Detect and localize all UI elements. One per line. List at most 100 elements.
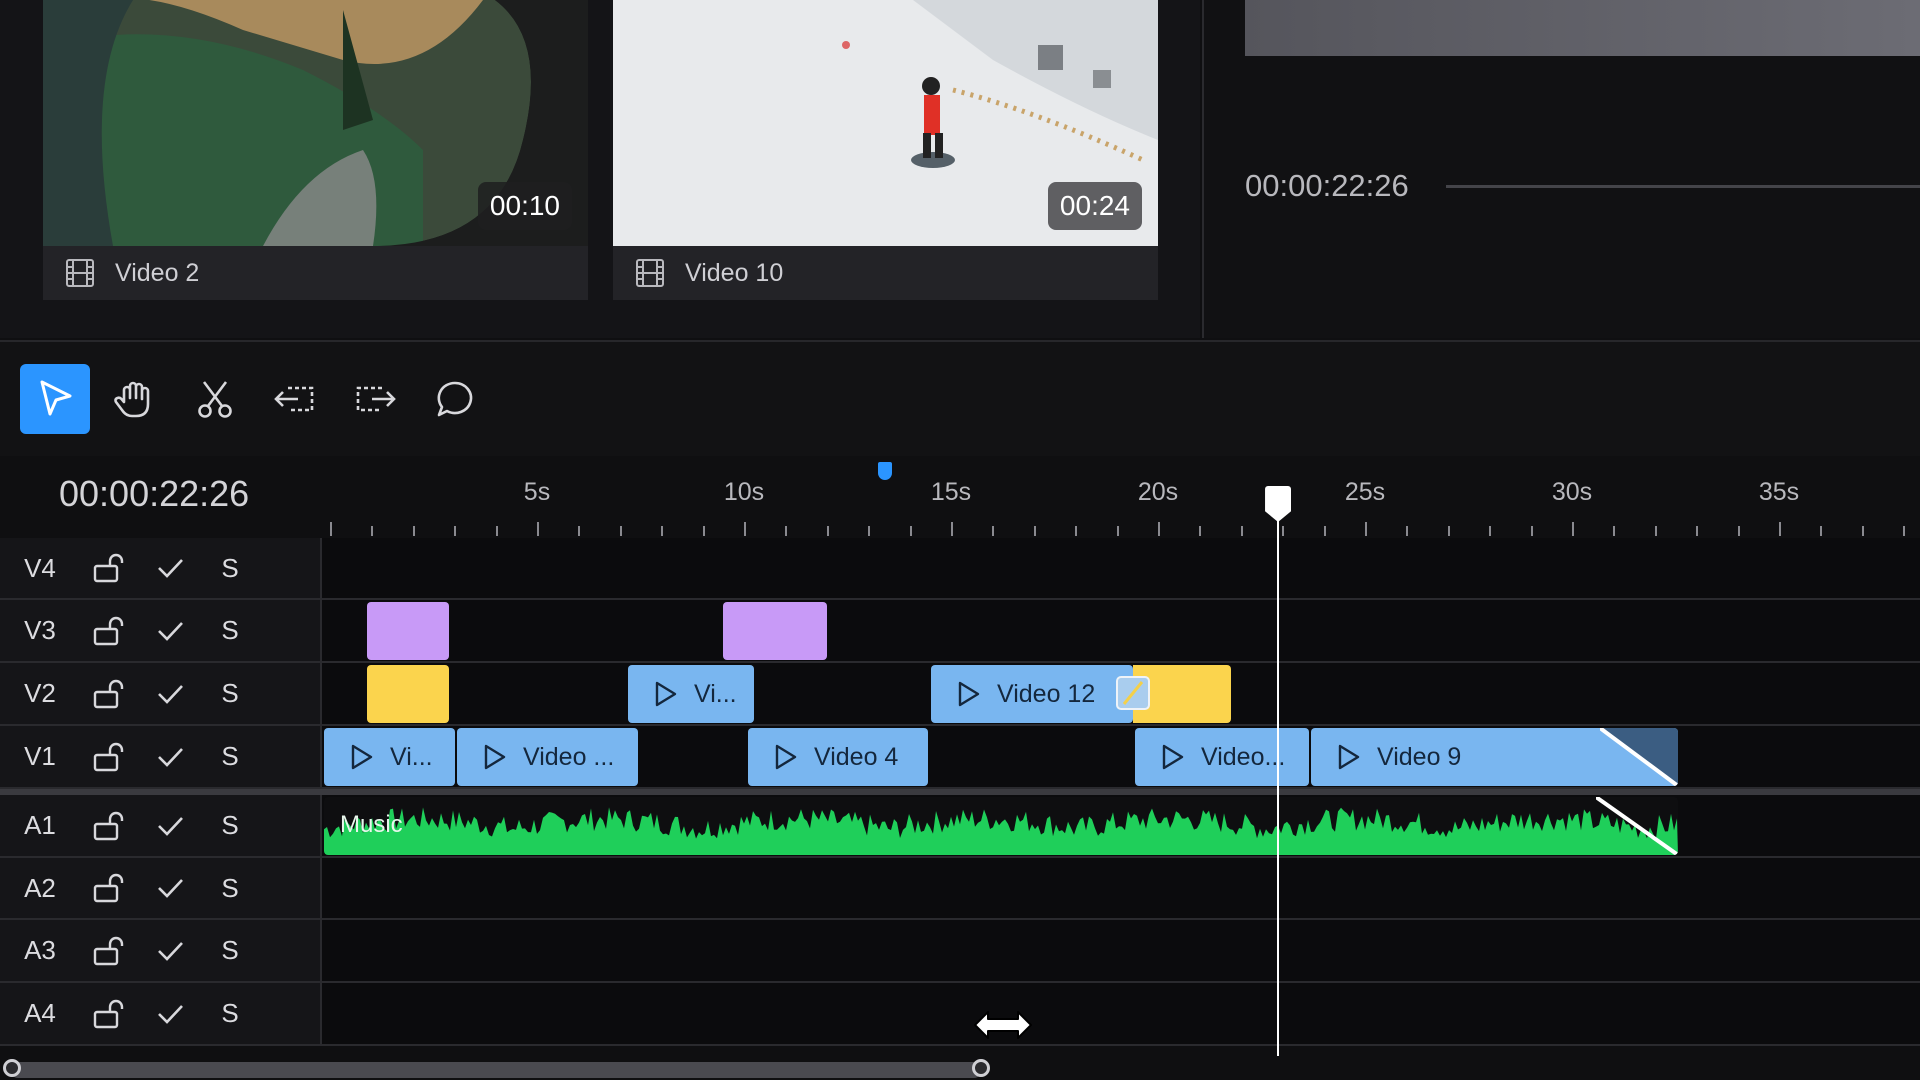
- ruler-tick: [619, 526, 622, 536]
- ruler-tick: [1489, 526, 1492, 536]
- lock-icon[interactable]: [80, 811, 140, 841]
- lock-icon[interactable]: [80, 999, 140, 1029]
- trim-end-tool-button[interactable]: [340, 364, 410, 434]
- title-clip[interactable]: [367, 602, 449, 660]
- play-icon: [351, 744, 373, 770]
- track-lane[interactable]: [322, 983, 1920, 1044]
- scrollbar-thumb[interactable]: [10, 1062, 982, 1078]
- solo-toggle[interactable]: S: [200, 935, 260, 966]
- timeline-scrollbar[interactable]: [0, 1058, 1920, 1080]
- lock-icon[interactable]: [80, 873, 140, 903]
- audio-clip[interactable]: Music: [324, 797, 1678, 855]
- video-clip[interactable]: Video 9: [1311, 728, 1678, 786]
- track-v3: V3 S: [0, 600, 1920, 663]
- check-icon[interactable]: [140, 873, 200, 903]
- ruler-tick: [1323, 526, 1326, 536]
- lock-icon[interactable]: [80, 553, 140, 583]
- track-lane[interactable]: Vi... Video 12: [322, 663, 1920, 724]
- razor-tool-button[interactable]: [180, 364, 250, 434]
- video-clip[interactable]: Vi...: [628, 665, 754, 723]
- track-lane[interactable]: [322, 538, 1920, 598]
- solo-toggle[interactable]: S: [200, 741, 260, 772]
- timeline-toolbar: [0, 340, 1920, 458]
- lock-icon[interactable]: [80, 679, 140, 709]
- media-item-label: Video 2: [43, 246, 588, 300]
- ruler-tick: [785, 526, 788, 536]
- ruler-tick: [537, 522, 539, 536]
- media-item-name: Video 2: [115, 258, 200, 287]
- video-clip[interactable]: Video 4: [748, 728, 928, 786]
- playhead-line[interactable]: [1277, 496, 1280, 1056]
- video-clip[interactable]: Video...: [1135, 728, 1309, 786]
- video-clip[interactable]: Vi...: [324, 728, 455, 786]
- solo-toggle[interactable]: S: [200, 553, 260, 584]
- scrollbar-end-handle[interactable]: [972, 1059, 990, 1077]
- viewer-timecode: 00:00:22:26: [1245, 168, 1409, 203]
- comment-tool-button[interactable]: [420, 364, 490, 434]
- comment-icon: [437, 381, 473, 417]
- ruler-label: 30s: [1551, 478, 1593, 506]
- solo-toggle[interactable]: S: [200, 998, 260, 1029]
- lock-icon[interactable]: [80, 742, 140, 772]
- ruler-tick: [412, 526, 415, 536]
- ruler-tick: [454, 526, 457, 536]
- ruler-tick: [1282, 526, 1285, 536]
- ruler-tick: [578, 526, 581, 536]
- hand-tool-button[interactable]: [100, 364, 170, 434]
- clip-label: Music: [340, 811, 403, 838]
- clip-label: Video 9: [1377, 742, 1462, 771]
- lock-icon[interactable]: [80, 616, 140, 646]
- ruler-tick: [951, 522, 953, 536]
- track-name: A2: [24, 872, 56, 903]
- track-lane[interactable]: Music: [322, 795, 1920, 856]
- solo-toggle[interactable]: S: [200, 615, 260, 646]
- solo-toggle[interactable]: S: [200, 810, 260, 841]
- track-lane[interactable]: [322, 858, 1920, 918]
- scrollbar-start-handle[interactable]: [3, 1059, 21, 1077]
- time-ruler[interactable]: 5s 10s 15s 20s 25s 30s 35s: [322, 456, 1920, 536]
- ruler-tick: [1075, 526, 1078, 536]
- timeline-marker[interactable]: [877, 462, 892, 480]
- select-tool-button[interactable]: [20, 364, 90, 434]
- check-icon[interactable]: [140, 999, 200, 1029]
- check-icon[interactable]: [140, 936, 200, 966]
- check-icon[interactable]: [140, 742, 200, 772]
- track-lane[interactable]: [322, 920, 1920, 981]
- play-icon: [655, 681, 677, 707]
- preview-frame: [1245, 0, 1920, 56]
- check-icon[interactable]: [140, 616, 200, 646]
- ruler-tick: [909, 526, 912, 536]
- check-icon[interactable]: [140, 679, 200, 709]
- media-item-video-2[interactable]: 00:10 Video 2: [43, 0, 588, 300]
- track-name: A4: [24, 998, 56, 1028]
- check-icon[interactable]: [140, 811, 200, 841]
- check-icon[interactable]: [140, 553, 200, 583]
- ruler-tick: [826, 526, 829, 536]
- track-lane[interactable]: [322, 600, 1920, 661]
- film-icon: [636, 259, 664, 287]
- title-clip[interactable]: [723, 602, 827, 660]
- solo-toggle[interactable]: S: [200, 678, 260, 709]
- ruler-label: 15s: [930, 478, 972, 506]
- media-item-video-10[interactable]: 00:24 Video 10: [613, 0, 1158, 300]
- ruler-tick: [1613, 526, 1616, 536]
- video-clip[interactable]: Video 12: [931, 665, 1133, 723]
- ruler-tick: [1696, 526, 1699, 536]
- lock-icon[interactable]: [80, 936, 140, 966]
- trim-start-tool-button[interactable]: [260, 364, 330, 434]
- track-lane[interactable]: Vi... Video ... Video 4 Video... Video 9: [322, 726, 1920, 787]
- play-icon: [958, 681, 980, 707]
- solo-toggle[interactable]: S: [200, 873, 260, 904]
- viewer-scrub-bar[interactable]: [1446, 185, 1920, 188]
- ruler-tick: [992, 526, 995, 536]
- color-clip[interactable]: [367, 665, 449, 723]
- ruler-tick: [1530, 526, 1533, 536]
- ruler-tick: [868, 526, 871, 536]
- play-icon: [775, 744, 797, 770]
- transition-handle[interactable]: [1116, 676, 1150, 710]
- ruler-tick: [330, 522, 332, 536]
- ruler-tick: [1737, 526, 1740, 536]
- video-clip[interactable]: Video ...: [457, 728, 638, 786]
- resize-cursor-icon: [974, 1011, 1032, 1039]
- track-name: V4: [24, 552, 56, 583]
